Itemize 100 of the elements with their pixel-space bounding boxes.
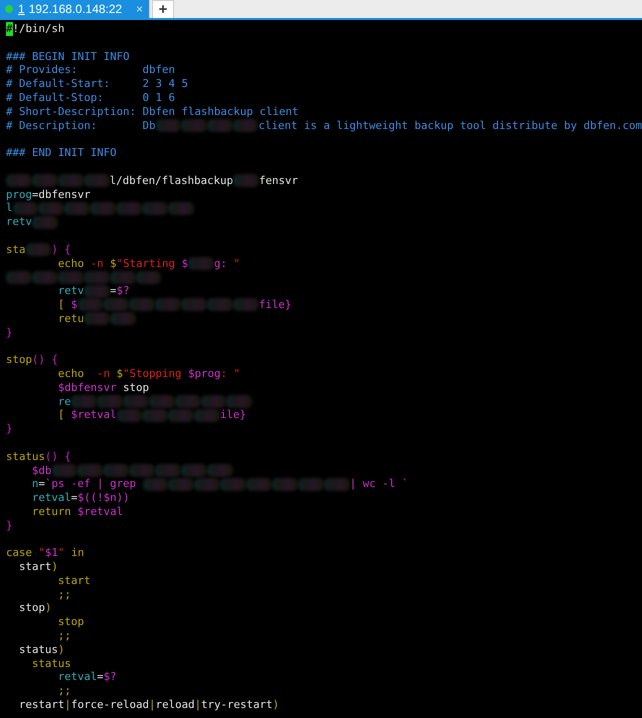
comment-text: # Short-Description: Dbfen flashbackup client — [6, 104, 299, 119]
comment-text: ### BEGIN INIT INFO — [6, 50, 130, 64]
redaction-smudge — [96, 394, 123, 408]
redaction-smudge — [155, 298, 182, 312]
expansion-text: $? — [104, 670, 117, 684]
tab-host: 192.168.0.148:22 — [28, 2, 122, 16]
redaction-smudge — [71, 394, 97, 408]
keyword-text: ) — [45, 601, 52, 616]
keyword-text: echo — [57, 366, 84, 381]
keyword-text: $ — [116, 366, 124, 381]
redaction-smudge — [52, 464, 78, 477]
redaction-smudge — [148, 394, 175, 408]
code-text: stop — [122, 380, 150, 395]
redaction-smudge — [168, 408, 194, 422]
redaction-smudge — [200, 394, 226, 408]
expansion-text: $retval — [70, 408, 117, 422]
variable-text: prog — [6, 188, 32, 202]
bracket-text: () { — [45, 450, 72, 464]
redaction-smudge — [77, 464, 104, 477]
string-text: -n — [96, 366, 112, 381]
code-text: fensvr — [259, 174, 298, 188]
bracket-text: () { — [32, 353, 58, 367]
code-text: = — [97, 670, 104, 684]
keyword-text: start — [57, 574, 91, 588]
bracket-text: } — [6, 422, 13, 436]
bracket-text: } — [6, 518, 13, 532]
code-text: !/bin/sh — [12, 22, 65, 36]
variable-text: retv — [6, 215, 32, 229]
redaction-smudge — [58, 174, 84, 188]
comment-text: ### END INIT INFO — [6, 146, 117, 160]
redaction-smudge — [6, 270, 32, 284]
string-text: -n — [90, 256, 105, 270]
redaction-smudge — [181, 298, 208, 312]
bracket-text: } — [6, 326, 13, 340]
redaction-smudge — [84, 174, 110, 188]
redaction-smudge — [298, 478, 324, 491]
keyword-text: status — [31, 656, 72, 670]
close-button[interactable]: × — [136, 2, 143, 16]
keyword-text: in — [70, 546, 84, 560]
expansion-text: $((!$n)) — [78, 491, 130, 505]
session-tab[interactable]: 1 192.168.0.148:22 × — [0, 0, 150, 18]
tab-number: 1 — [18, 2, 25, 16]
redaction-smudge — [6, 174, 32, 188]
redaction-smudge — [84, 284, 110, 298]
variable-text: retv — [57, 284, 84, 298]
string-text: " — [58, 546, 65, 560]
variable-text: re — [57, 394, 72, 408]
code-text: stop — [18, 601, 46, 616]
new-tab-button[interactable]: + — [152, 0, 174, 18]
string-text: " — [38, 546, 46, 560]
redaction-smudge — [246, 478, 272, 491]
redaction-smudge — [116, 408, 142, 422]
redaction-smudge — [84, 312, 110, 326]
code-text: = — [110, 284, 116, 298]
redaction-smudge — [142, 408, 168, 422]
keyword-text: stop — [57, 615, 84, 630]
keyword-text: | — [149, 698, 156, 712]
redaction-smudge — [116, 202, 142, 215]
redaction-smudge — [103, 298, 130, 312]
string-text: : " — [220, 366, 240, 381]
comment-text: client is a lightweight backup tool distribute by dbfen.com — [258, 118, 642, 132]
comment-text: # Default-Stop: 0 1 6 — [6, 90, 176, 105]
expansion-text: | wc -l ` — [350, 477, 408, 492]
comment-text: # Default-Start: 2 3 4 5 — [6, 77, 188, 91]
redaction-smudge — [136, 270, 162, 284]
expansion-text: $db — [31, 464, 52, 478]
variable-text: retval — [31, 491, 72, 505]
expansion-text: ile} — [220, 408, 246, 422]
keyword-text: stop — [6, 353, 32, 367]
redaction-smudge — [220, 478, 246, 491]
redaction-smudge — [156, 118, 182, 132]
code-text: start — [18, 560, 52, 574]
code-text: = — [71, 491, 78, 505]
redaction-smudge — [78, 298, 104, 312]
expansion-text: $ — [70, 298, 78, 312]
redaction-smudge — [232, 298, 259, 312]
redaction-smudge — [32, 216, 58, 229]
redaction-smudge — [206, 464, 233, 477]
redaction-smudge — [155, 464, 182, 477]
redaction-smudge — [122, 394, 149, 408]
keyword-text: ;; — [57, 588, 72, 602]
redaction-smudge — [129, 464, 156, 477]
keyword-text: status — [6, 450, 46, 464]
redaction-smudge — [206, 118, 233, 132]
redaction-smudge — [207, 298, 233, 312]
redaction-smudge — [168, 202, 194, 215]
expansion-text: $? — [116, 284, 130, 298]
keyword-text: ;; — [57, 629, 72, 643]
variable-text: l — [6, 201, 13, 216]
code-text: reload — [156, 698, 195, 712]
code-text: force-reload — [71, 698, 150, 712]
keyword-text: ;; — [57, 684, 72, 698]
keyword-text: ) — [272, 698, 280, 712]
code-text: try-restart — [201, 698, 273, 712]
redaction-smudge — [233, 174, 260, 188]
redaction-smudge — [232, 118, 258, 132]
keyword-text: [ — [57, 298, 65, 312]
expansion-text: $1 — [45, 546, 58, 560]
redaction-smudge — [194, 408, 220, 422]
expansion-text: g: — [214, 256, 227, 270]
